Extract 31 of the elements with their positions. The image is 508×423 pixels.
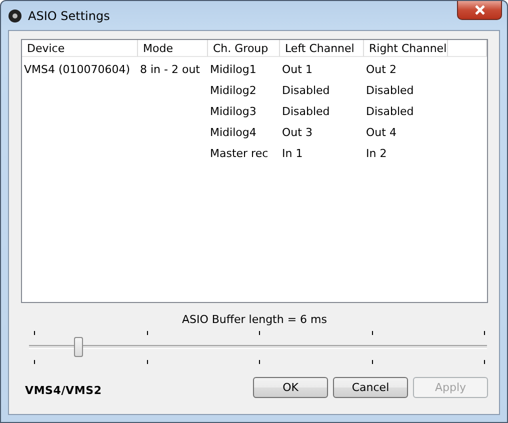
table-cell-text: Out 2 — [365, 62, 398, 78]
table-cell-text: In 1 — [281, 146, 304, 162]
table-cell-text: Disabled — [365, 104, 415, 120]
dialog-button[interactable]: Cancel — [333, 377, 408, 398]
table-cell-text: VMS4 (010070604) — [23, 62, 132, 78]
table-cell-text: Midilog1 — [209, 62, 258, 78]
column-header[interactable]: Right Channel — [364, 40, 448, 57]
table-cell-text: Out 4 — [365, 125, 398, 141]
window-title: ASIO Settings — [28, 8, 110, 22]
column-header[interactable]: Ch. Group — [208, 40, 280, 57]
slider-thumb[interactable] — [74, 337, 83, 357]
table-cell-text: Out 3 — [281, 125, 314, 141]
table-cell-text: Disabled — [281, 104, 331, 120]
close-icon — [474, 5, 486, 15]
table-cell-text: Disabled — [365, 83, 415, 99]
dialog-button[interactable]: OK — [253, 377, 328, 398]
buffer-length-label: ASIO Buffer length = 6 ms — [182, 313, 327, 326]
table-cell-text: Disabled — [281, 83, 331, 99]
table-cell-text: Out 1 — [281, 62, 314, 78]
app-icon — [8, 8, 22, 22]
table-cell-text: Midilog4 — [209, 125, 258, 141]
table-cell-text: 8 in - 2 out — [139, 62, 201, 78]
table-cell-text: Master rec — [209, 146, 270, 162]
table-cell-text: Midilog2 — [209, 83, 258, 99]
table-cell-text: In 2 — [365, 146, 388, 162]
close-button[interactable] — [457, 1, 502, 20]
column-header[interactable]: Mode — [138, 40, 208, 57]
table-cell-text: Midilog3 — [209, 104, 258, 120]
brand-logo: VMS4/VMS2 — [24, 383, 103, 397]
column-header[interactable]: Left Channel — [280, 40, 364, 57]
column-header[interactable]: Device — [22, 40, 138, 57]
